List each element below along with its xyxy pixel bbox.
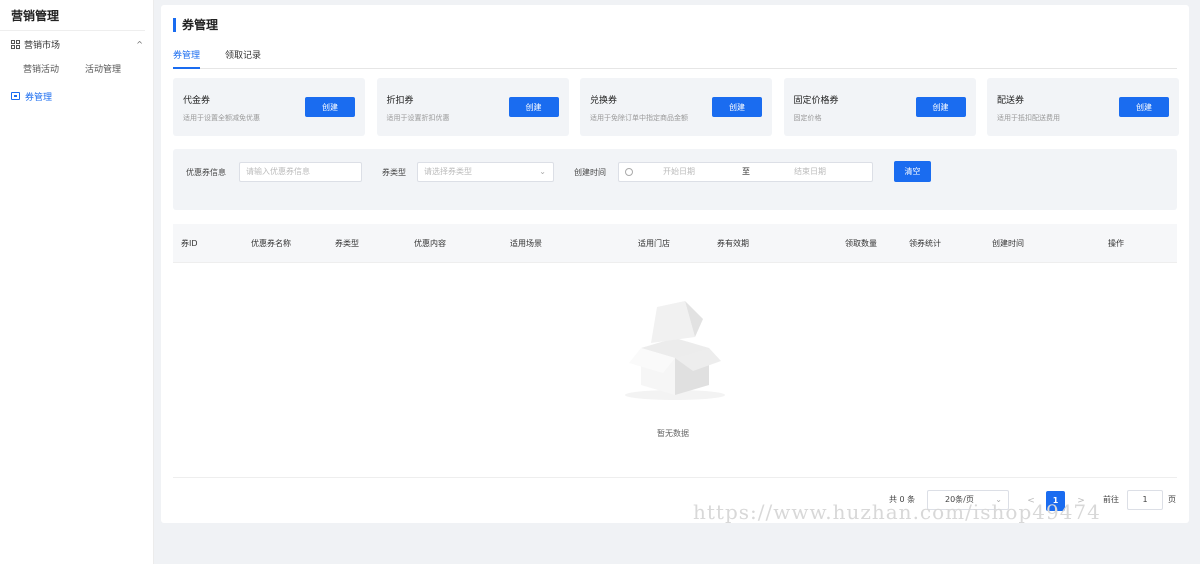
coupon-card-discount: 折扣券 适用于设置折扣优惠 创建 xyxy=(376,78,569,136)
sidebar-item-label: 券管理 xyxy=(25,92,53,103)
create-exchange-button[interactable]: 创建 xyxy=(712,97,762,117)
range-separator: 至 xyxy=(742,167,750,176)
create-time-label: 创建时间 xyxy=(574,168,606,177)
coupon-card-exchange: 兑换券 适用于免除订单中指定商品金额 创建 xyxy=(580,78,772,136)
coupon-type-select[interactable]: 请选择券类型 ⌄ xyxy=(417,162,554,182)
col-claim-stats: 领券统计 xyxy=(909,239,941,248)
create-fixed-price-button[interactable]: 创建 xyxy=(915,97,966,117)
create-voucher-button[interactable]: 创建 xyxy=(305,97,355,117)
chevron-up-icon[interactable]: ^ xyxy=(136,40,143,49)
sidebar-group-marketing[interactable]: 营销市场 ^ xyxy=(0,32,153,57)
sidebar-sub-items: 营销活动 活动管理 xyxy=(0,57,153,79)
coupon-info-input[interactable]: 请输入优惠券信息 xyxy=(239,162,362,182)
end-date-input[interactable]: 结束日期 xyxy=(794,163,826,181)
card-title: 兑换券 xyxy=(590,96,618,106)
date-range-picker[interactable]: 开始日期 至 结束日期 xyxy=(618,162,873,182)
col-coupon-id: 券ID xyxy=(181,239,198,248)
card-title: 配送券 xyxy=(997,96,1025,106)
sidebar-group-label: 营销市场 xyxy=(24,41,61,51)
tab-bar: 券管理 领取记录 xyxy=(173,49,1177,69)
goto-page-input[interactable]: 1 xyxy=(1127,490,1163,510)
table-divider xyxy=(173,477,1177,478)
col-coupon-type: 券类型 xyxy=(335,239,359,248)
col-claim-count: 领取数量 xyxy=(845,239,877,248)
start-date-input[interactable]: 开始日期 xyxy=(663,163,695,181)
watermark: https://www.huzhan.com/ishop49474 xyxy=(693,500,1101,524)
coupon-type-placeholder: 请选择券类型 xyxy=(424,167,472,176)
coupon-type-label: 券类型 xyxy=(382,168,406,177)
card-desc: 适用于抵扣配送费用 xyxy=(997,114,1060,122)
card-desc: 适用于设置折扣优惠 xyxy=(386,114,450,122)
sidebar-title: 营销管理 xyxy=(0,0,145,31)
empty-box-icon xyxy=(625,301,725,400)
filter-bar: 优惠券信息 请输入优惠券信息 券类型 请选择券类型 ⌄ 创建时间 开始日期 至 … xyxy=(173,149,1177,210)
create-delivery-button[interactable]: 创建 xyxy=(1119,97,1169,117)
card-title: 固定价格券 xyxy=(793,96,839,106)
sidebar-item-coupon-management[interactable]: 券管理 xyxy=(0,85,153,107)
col-create-time: 创建时间 xyxy=(992,239,1024,248)
coupon-card-delivery: 配送券 适用于抵扣配送费用 创建 xyxy=(987,78,1179,136)
col-coupon-name: 优惠券名称 xyxy=(251,239,291,248)
col-store: 适用门店 xyxy=(638,239,670,248)
chevron-down-icon: ⌄ xyxy=(539,167,546,176)
coupon-info-label: 优惠券信息 xyxy=(186,168,226,177)
tab-claim-records[interactable]: 领取记录 xyxy=(225,49,261,69)
card-desc: 适用于设置全额减免优惠 xyxy=(183,114,260,122)
coupon-type-cards: 代金券 适用于设置全额减免优惠 创建 折扣券 适用于设置折扣优惠 创建 兑换券 … xyxy=(173,78,1179,136)
empty-state-text: 暂无数据 xyxy=(657,429,689,438)
grid-icon xyxy=(11,40,20,49)
ticket-icon xyxy=(11,92,20,100)
card-desc: 适用于免除订单中指定商品金额 xyxy=(590,114,688,122)
card-title: 代金券 xyxy=(183,96,211,106)
col-validity: 券有效期 xyxy=(717,239,749,248)
table-header: 券ID 优惠券名称 券类型 优惠内容 适用场景 适用门店 券有效期 领取数量 领… xyxy=(173,224,1177,263)
coupon-card-fixed-price: 固定价格券 固定价格 创建 xyxy=(783,78,976,136)
clock-icon xyxy=(625,168,633,176)
sidebar: 营销管理 营销市场 ^ 营销活动 活动管理 券管理 xyxy=(0,0,154,564)
page-suffix: 页 xyxy=(1168,495,1176,504)
sidebar-item-marketing-activity[interactable]: 营销活动 xyxy=(23,62,59,75)
goto-label: 前往 xyxy=(1103,495,1119,504)
col-actions: 操作 xyxy=(1108,239,1124,248)
tab-coupon-management[interactable]: 券管理 xyxy=(173,49,201,69)
col-discount-content: 优惠内容 xyxy=(414,239,446,248)
main-panel: 券管理 券管理 领取记录 代金券 适用于设置全额减免优惠 创建 折扣券 适用于设… xyxy=(161,5,1189,523)
page-title: 券管理 xyxy=(173,18,218,32)
card-title: 折扣券 xyxy=(386,96,414,106)
col-scene: 适用场景 xyxy=(510,239,542,248)
card-desc: 固定价格 xyxy=(793,114,822,122)
coupon-card-voucher: 代金券 适用于设置全额减免优惠 创建 xyxy=(173,78,365,136)
create-discount-button[interactable]: 创建 xyxy=(508,97,559,117)
clear-button[interactable]: 清空 xyxy=(894,161,931,182)
sidebar-item-activity-management[interactable]: 活动管理 xyxy=(85,62,121,75)
